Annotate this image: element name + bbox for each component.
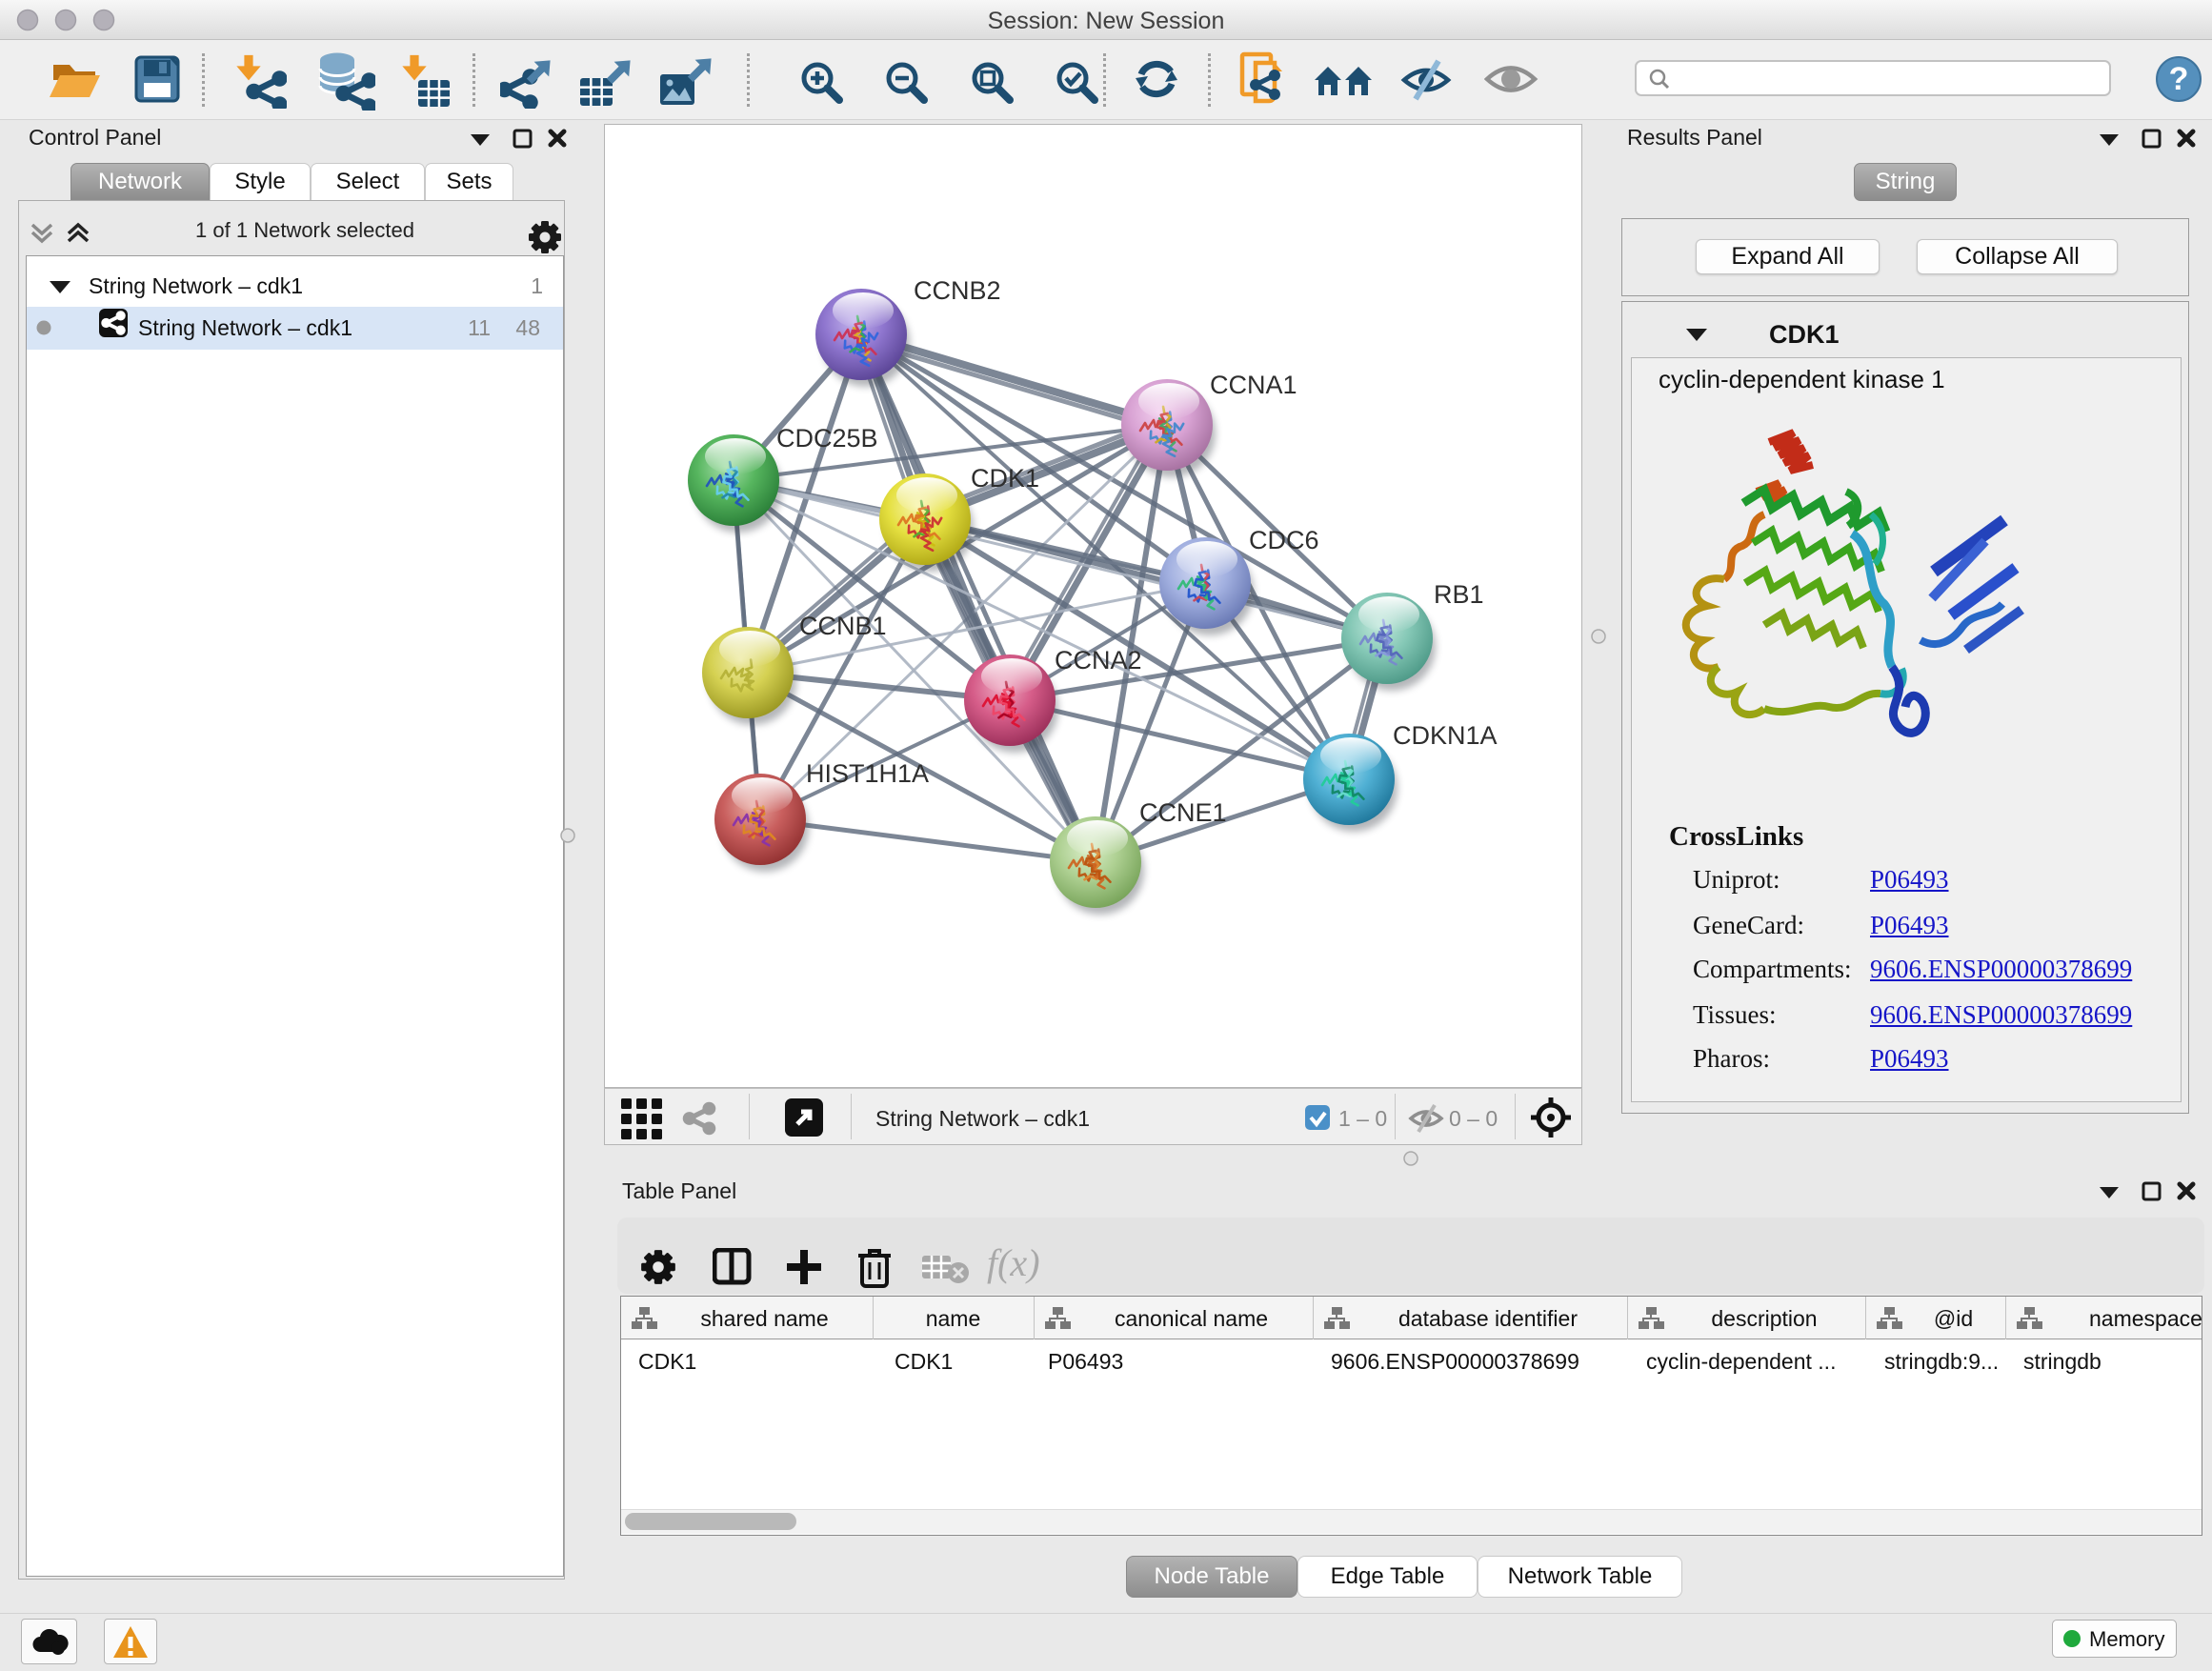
svg-text:CDK1: CDK1: [971, 464, 1039, 493]
svg-text:?: ?: [2169, 61, 2189, 97]
svg-text:CCNB1: CCNB1: [799, 612, 887, 640]
svg-text:CCNA1: CCNA1: [1210, 371, 1297, 399]
svg-text:CCNE1: CCNE1: [1139, 798, 1227, 827]
svg-text:CCNB2: CCNB2: [914, 276, 1001, 305]
svg-text:CCNA2: CCNA2: [1055, 646, 1142, 674]
svg-text:CDKN1A: CDKN1A: [1393, 721, 1498, 750]
svg-text:CDC25B: CDC25B: [776, 424, 878, 453]
svg-text:HIST1H1A: HIST1H1A: [806, 759, 929, 788]
svg-text:CDC6: CDC6: [1249, 526, 1319, 554]
svg-text:RB1: RB1: [1434, 580, 1484, 609]
